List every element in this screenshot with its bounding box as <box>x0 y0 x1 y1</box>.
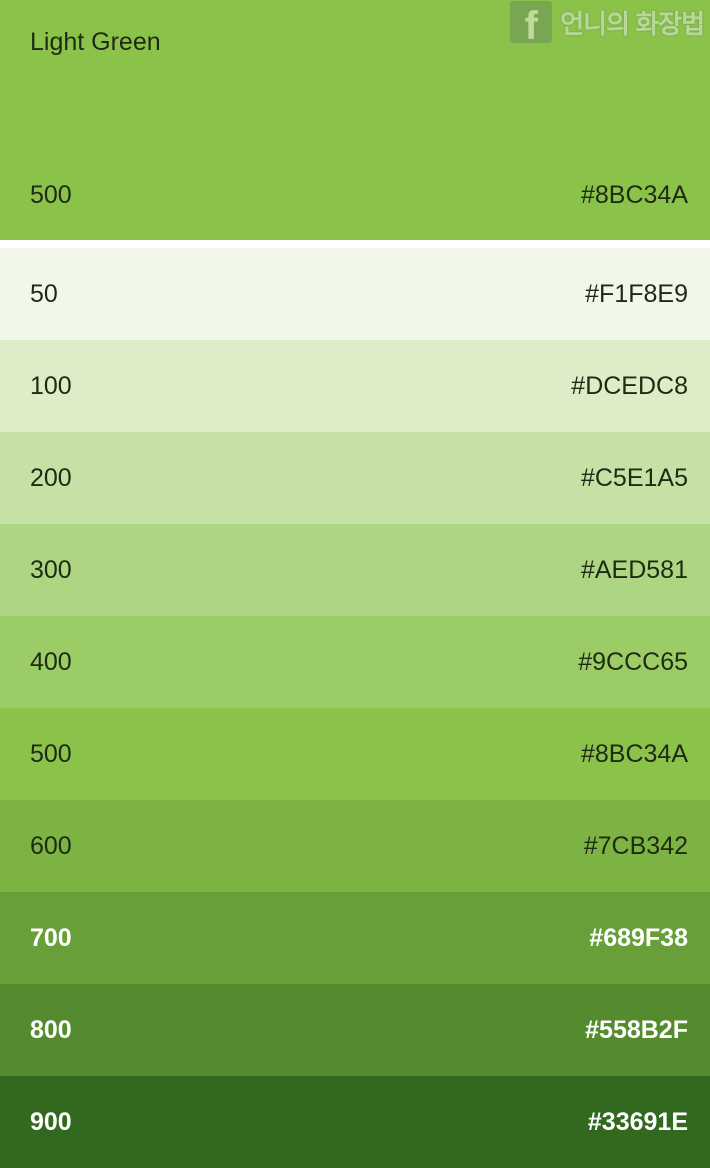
divider <box>0 240 710 248</box>
shade-label: 900 <box>30 1107 72 1136</box>
shade-label: 200 <box>30 463 72 492</box>
shade-label: 300 <box>30 555 72 584</box>
watermark-text: 언니의 화장법 <box>560 8 705 39</box>
swatch-row: 100 #DCEDC8 <box>0 340 710 432</box>
shade-label: 500 <box>30 739 72 768</box>
primary-shade-label: 500 <box>30 180 72 209</box>
color-palette: Light Green f 언니의 화장법 500 #8BC34A 50 #F1F… <box>0 0 710 1168</box>
hex-label: #9CCC65 <box>578 647 688 676</box>
shade-label: 400 <box>30 647 72 676</box>
facebook-icon: f <box>510 1 553 43</box>
swatch-row: 200 #C5E1A5 <box>0 432 710 524</box>
swatch-row: 600 #7CB342 <box>0 800 710 892</box>
swatch-row: 700 #689F38 <box>0 892 710 984</box>
swatch-row: 300 #AED581 <box>0 524 710 616</box>
palette-title: Light Green <box>30 28 161 56</box>
shade-label: 800 <box>30 1015 72 1044</box>
hex-label: #7CB342 <box>583 831 688 860</box>
shade-label: 600 <box>30 831 72 860</box>
shade-label: 700 <box>30 923 72 952</box>
swatch-list: 50 #F1F8E9 100 #DCEDC8 200 #C5E1A5 300 #AED581 4… <box>0 248 710 1168</box>
hex-label: #33691E <box>587 1107 688 1136</box>
hex-label: #558B2F <box>585 1015 688 1044</box>
swatch-row: 800 #558B2F <box>0 984 710 1076</box>
swatch-row: 400 #9CCC65 <box>0 616 710 708</box>
hex-label: #C5E1A5 <box>580 463 688 492</box>
watermark: f 언니의 화장법 <box>510 0 705 44</box>
swatch-row: 500 #8BC34A <box>0 708 710 800</box>
swatch-row: 50 #F1F8E9 <box>0 248 710 340</box>
hex-label: #689F38 <box>589 923 688 952</box>
shade-label: 100 <box>30 371 72 400</box>
hex-label: #DCEDC8 <box>571 371 688 400</box>
shade-label: 50 <box>30 279 58 308</box>
primary-swatch: 500 #8BC34A <box>0 150 710 240</box>
hex-label: #8BC34A <box>580 739 688 768</box>
hex-label: #AED581 <box>580 555 688 584</box>
hex-label: #F1F8E9 <box>585 279 688 308</box>
primary-hex-label: #8BC34A <box>580 180 688 209</box>
palette-header: Light Green f 언니의 화장법 500 #8BC34A <box>0 0 710 240</box>
swatch-row: 900 #33691E <box>0 1076 710 1168</box>
